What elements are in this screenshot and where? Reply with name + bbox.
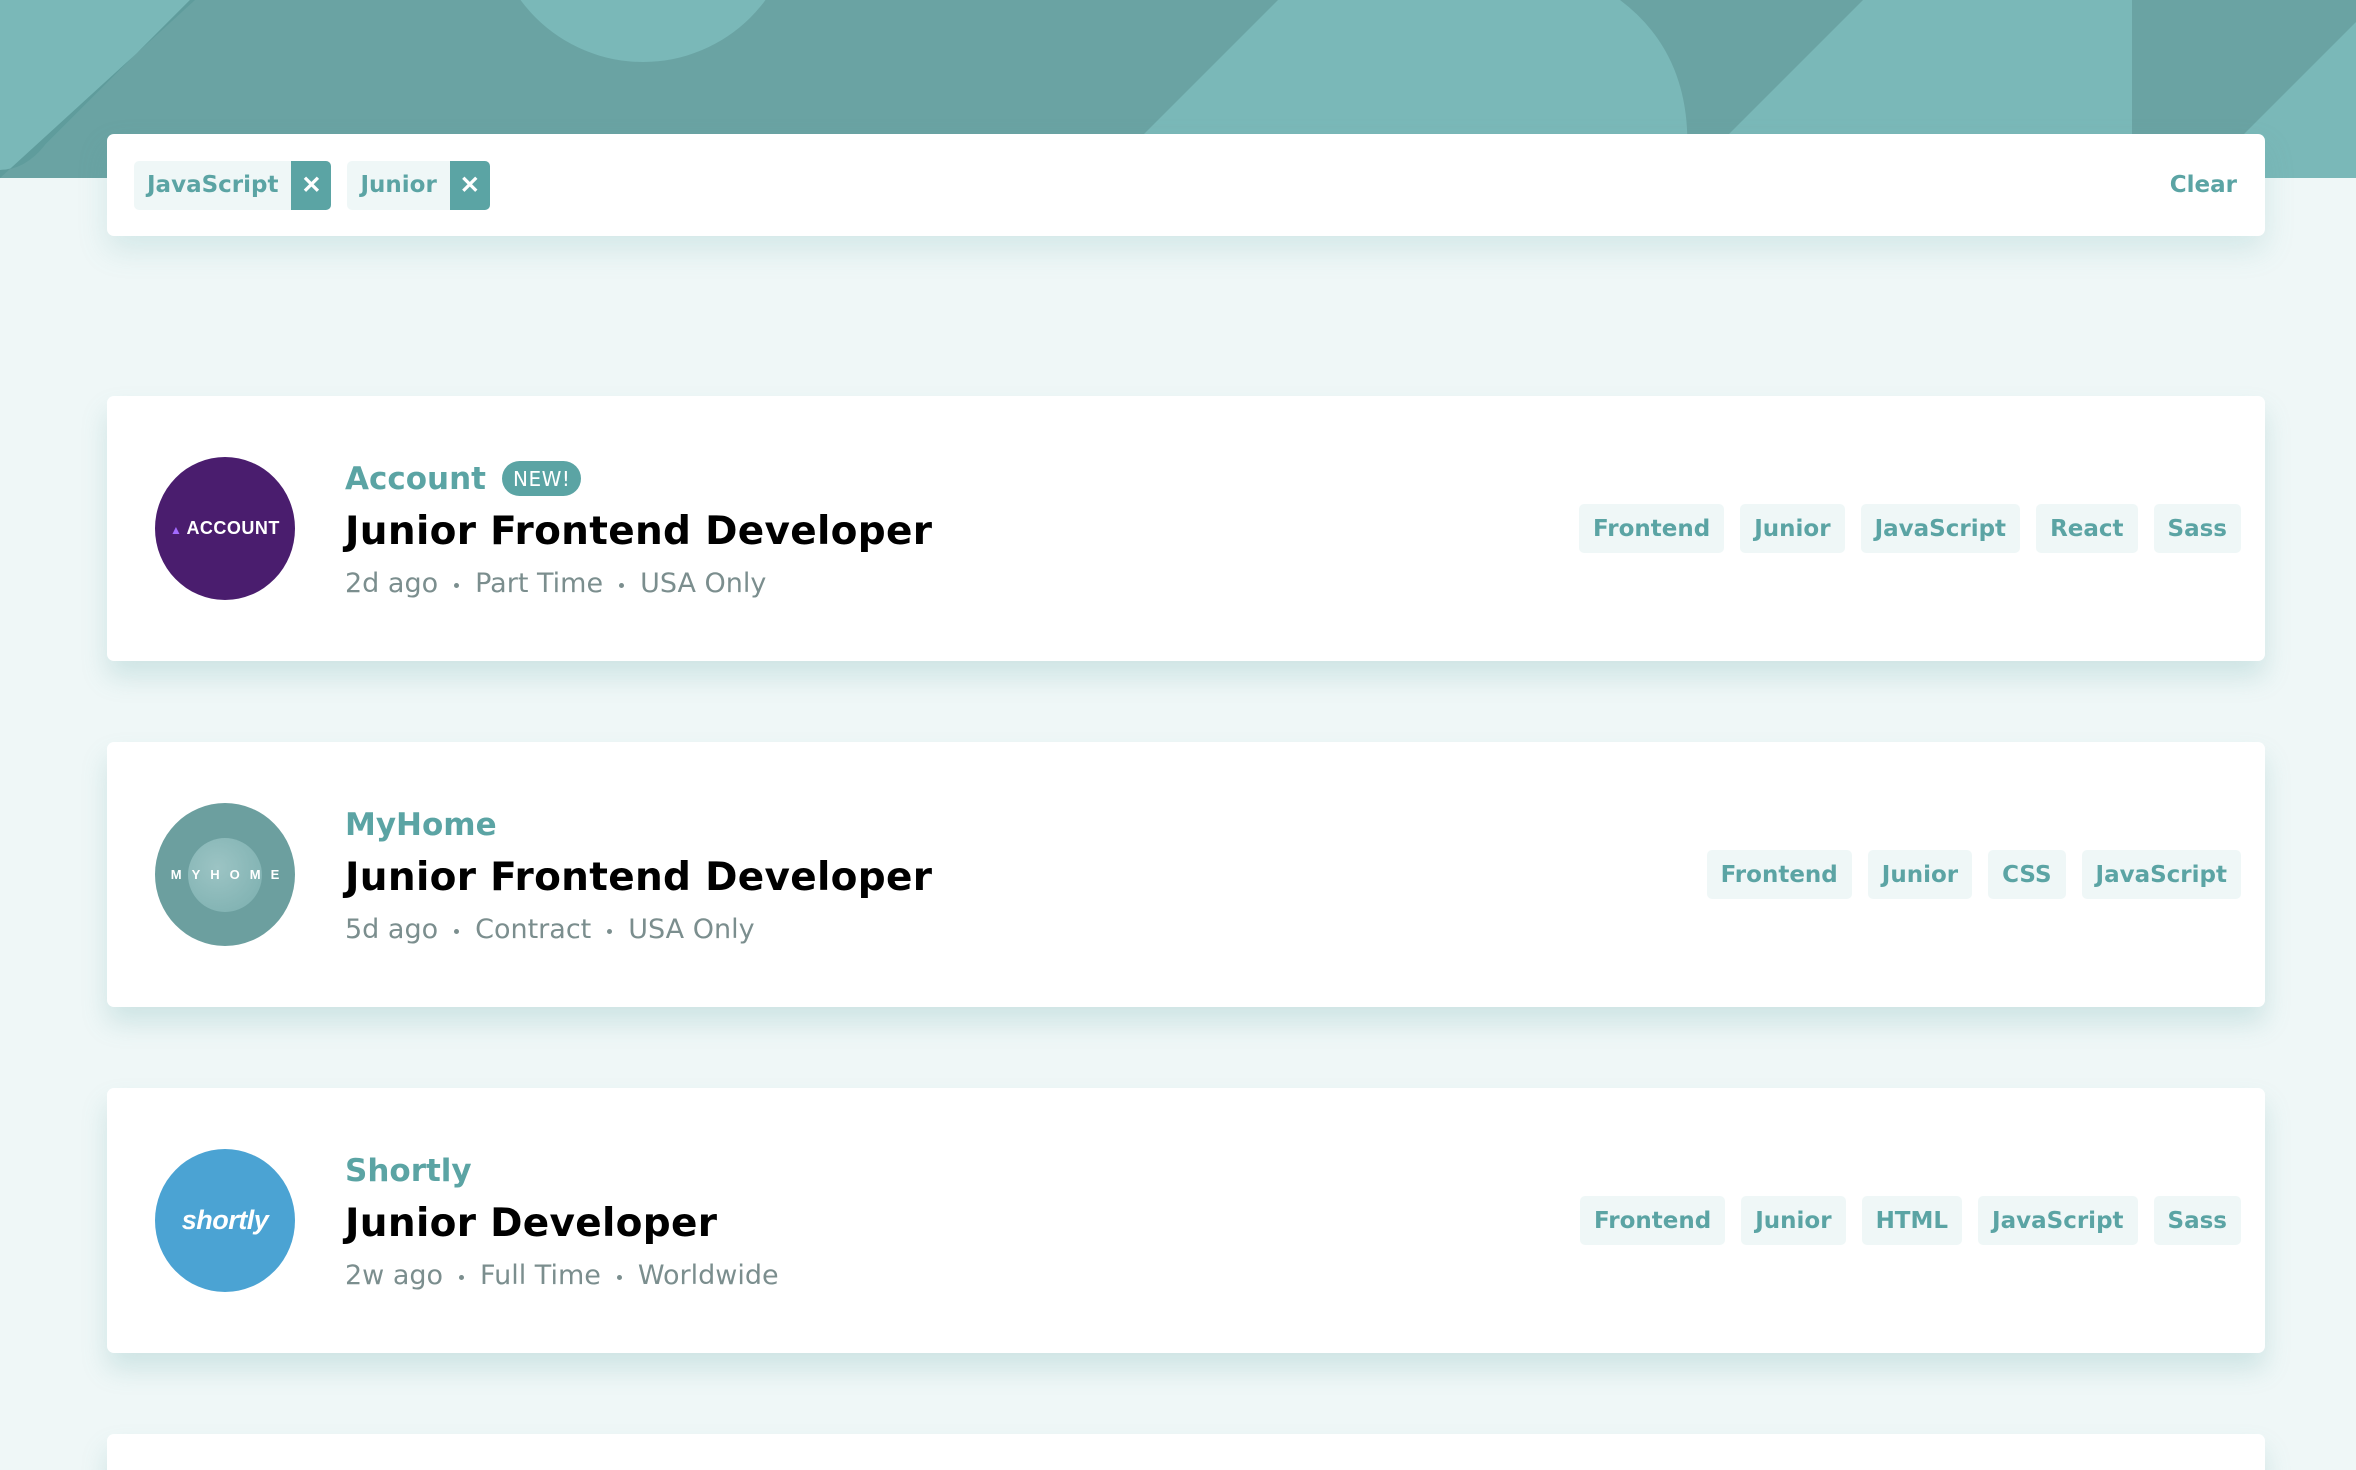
posted-time: 5d ago <box>345 913 439 945</box>
job-tags: Frontend Junior HTML JavaScript Sass <box>1580 1196 2241 1245</box>
company-logo-shortly: shortly <box>155 1149 295 1292</box>
posted-time: 2d ago <box>345 567 439 599</box>
new-badge: NEW! <box>502 461 582 496</box>
filter-chip-label: JavaScript <box>147 172 279 198</box>
company-name: MyHome <box>345 806 497 843</box>
company-logo-account: ▲ ACCOUNT <box>155 457 295 600</box>
tag-button[interactable]: JavaScript <box>1860 504 2021 553</box>
tag-button[interactable]: Sass <box>2153 504 2241 553</box>
job-meta: 5d ago Contract USA Only <box>345 914 1707 945</box>
tag-button[interactable]: Frontend <box>1706 850 1852 899</box>
remove-filter-button[interactable]: ✕ <box>449 160 490 210</box>
job-card-partial <box>107 1434 2265 1470</box>
company-row: Shortly <box>345 1151 1580 1191</box>
separator-dot <box>619 582 625 588</box>
job-info: Account NEW! Junior Frontend Developer 2… <box>345 459 1579 599</box>
filter-chip-junior: Junior ✕ <box>347 160 490 210</box>
job-listings-page: JavaScript ✕ Junior ✕ Clear ▲ ACCOUNT Acc <box>0 0 2356 1470</box>
job-info: Shortly Junior Developer 2w ago Full Tim… <box>345 1151 1580 1291</box>
job-location: USA Only <box>640 567 767 599</box>
contract-type: Part Time <box>475 567 604 599</box>
tag-button[interactable]: Frontend <box>1580 1196 1726 1245</box>
job-meta: 2w ago Full Time Worldwide <box>345 1260 1580 1291</box>
job-location: USA Only <box>628 913 755 945</box>
tag-button[interactable]: React <box>2036 504 2138 553</box>
job-tags: Frontend Junior JavaScript React Sass <box>1579 504 2241 553</box>
separator-dot <box>459 1274 465 1280</box>
tag-button[interactable]: JavaScript <box>1978 1196 2138 1245</box>
contract-type: Contract <box>475 913 592 945</box>
logo-wordmark: shortly <box>181 1205 269 1235</box>
job-list: ▲ ACCOUNT Account NEW! Junior Frontend De… <box>107 396 2265 1470</box>
tag-button[interactable]: JavaScript <box>2081 850 2241 899</box>
clear-filters-link[interactable]: Clear <box>2170 172 2238 198</box>
active-filters: JavaScript ✕ Junior ✕ <box>134 160 2170 210</box>
remove-filter-button[interactable]: ✕ <box>291 160 332 210</box>
close-icon: ✕ <box>301 171 322 199</box>
filter-chip-label: Junior <box>360 172 437 198</box>
job-tags: Frontend Junior CSS JavaScript <box>1706 850 2241 899</box>
job-info: MyHome Junior Frontend Developer 5d ago … <box>345 805 1707 945</box>
filter-chip-javascript: JavaScript ✕ <box>134 160 332 210</box>
logo-wordmark: MYHOME <box>170 867 290 882</box>
tag-button[interactable]: Frontend <box>1579 504 1725 553</box>
tag-button[interactable]: Junior <box>1740 504 1845 553</box>
tag-button[interactable]: HTML <box>1861 1196 1963 1245</box>
job-card: MYHOME MyHome Junior Frontend Developer … <box>107 742 2265 1007</box>
job-position-title[interactable]: Junior Frontend Developer <box>345 509 1579 554</box>
company-name: Shortly <box>345 1152 472 1189</box>
company-logo-myhome: MYHOME <box>155 803 295 946</box>
triangle-icon: ▲ <box>170 523 183 537</box>
job-card: shortly Shortly Junior Developer 2w ago … <box>107 1088 2265 1353</box>
company-name: Account <box>345 460 486 497</box>
separator-dot <box>616 1274 622 1280</box>
job-card: ▲ ACCOUNT Account NEW! Junior Frontend De… <box>107 396 2265 661</box>
job-meta: 2d ago Part Time USA Only <box>345 568 1579 599</box>
close-icon: ✕ <box>459 171 480 199</box>
company-row: MyHome <box>345 805 1707 845</box>
separator-dot <box>607 928 613 934</box>
company-row: Account NEW! <box>345 459 1579 499</box>
logo-wordmark: ▲ ACCOUNT <box>170 518 280 538</box>
tag-button[interactable]: Sass <box>2153 1196 2241 1245</box>
separator-dot <box>454 582 460 588</box>
contract-type: Full Time <box>480 1259 601 1291</box>
tag-button[interactable]: CSS <box>1988 850 2066 899</box>
posted-time: 2w ago <box>345 1259 444 1291</box>
filter-bar: JavaScript ✕ Junior ✕ Clear <box>107 134 2265 236</box>
separator-dot <box>454 928 460 934</box>
job-position-title[interactable]: Junior Developer <box>345 1201 1580 1246</box>
tag-button[interactable]: Junior <box>1741 1196 1846 1245</box>
tag-button[interactable]: Junior <box>1867 850 1973 899</box>
job-location: Worldwide <box>637 1259 779 1291</box>
job-position-title[interactable]: Junior Frontend Developer <box>345 855 1707 900</box>
